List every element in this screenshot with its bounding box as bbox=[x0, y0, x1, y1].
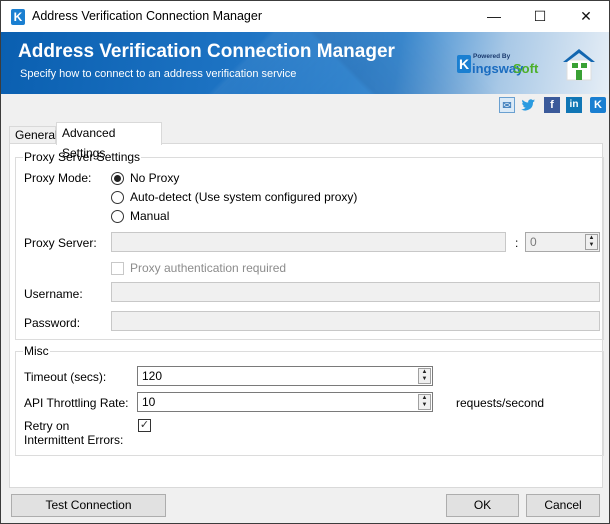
timeout-stepper[interactable]: ▲ ▼ bbox=[137, 366, 433, 386]
close-button[interactable]: ✕ bbox=[563, 1, 609, 32]
spin-up-icon[interactable]: ▲ bbox=[586, 235, 597, 242]
misc-group-title: Misc bbox=[23, 344, 50, 358]
throttle-label: API Throttling Rate: bbox=[24, 396, 129, 410]
proxy-auth-checkbox[interactable] bbox=[111, 262, 124, 275]
proxy-port-stepper[interactable]: ▲ ▼ bbox=[525, 232, 600, 252]
retry-label-line2: Intermittent Errors: bbox=[24, 433, 124, 447]
cancel-button[interactable]: Cancel bbox=[526, 494, 600, 517]
header-banner: Address Verification Connection Manager … bbox=[1, 32, 609, 94]
spin-down-icon[interactable]: ▼ bbox=[419, 376, 430, 383]
mail-icon[interactable]: ✉ bbox=[499, 97, 515, 113]
radio-manual[interactable] bbox=[111, 210, 124, 223]
proxy-server-label: Proxy Server: bbox=[24, 236, 97, 250]
spin-down-icon[interactable]: ▼ bbox=[419, 402, 430, 409]
spin-up-icon[interactable]: ▲ bbox=[419, 395, 430, 402]
retry-checkbox[interactable]: ✓ bbox=[138, 419, 151, 432]
proxy-mode-label: Proxy Mode: bbox=[24, 171, 92, 185]
test-connection-button[interactable]: Test Connection bbox=[11, 494, 166, 517]
radio-auto-detect[interactable] bbox=[111, 191, 124, 204]
throttle-text[interactable] bbox=[138, 393, 432, 411]
house-icon bbox=[563, 49, 595, 81]
kingswaysoft-logo: K Powered By ingsway Soft bbox=[457, 50, 567, 80]
connection-manager-window: K Address Verification Connection Manage… bbox=[0, 0, 610, 524]
tab-advanced-settings[interactable]: Advanced Settings bbox=[56, 122, 162, 160]
throttle-spin-buttons[interactable]: ▲ ▼ bbox=[418, 394, 431, 410]
misc-group: Misc Timeout (secs): ▲ ▼ API Throttling … bbox=[15, 344, 604, 456]
window-title: Address Verification Connection Manager bbox=[32, 9, 262, 23]
logo-k-icon: K bbox=[457, 55, 471, 73]
port-separator: : bbox=[515, 236, 519, 250]
ok-button[interactable]: OK bbox=[446, 494, 519, 517]
timeout-spin-buttons[interactable]: ▲ ▼ bbox=[418, 368, 431, 384]
username-label: Username: bbox=[24, 287, 83, 301]
proxy-server-input[interactable] bbox=[111, 232, 506, 252]
spin-up-icon[interactable]: ▲ bbox=[419, 369, 430, 376]
password-label: Password: bbox=[24, 316, 81, 330]
title-bar: K Address Verification Connection Manage… bbox=[1, 1, 609, 32]
logo-powered-by: Powered By bbox=[473, 53, 511, 60]
throttle-stepper[interactable]: ▲ ▼ bbox=[137, 392, 433, 412]
radio-no-proxy[interactable] bbox=[111, 172, 124, 185]
retry-label-line1: Retry on bbox=[24, 419, 70, 433]
radio-manual-label[interactable]: Manual bbox=[130, 209, 169, 223]
radio-no-proxy-label[interactable]: No Proxy bbox=[130, 171, 179, 185]
radio-auto-detect-label[interactable]: Auto-detect (Use system configured proxy… bbox=[130, 190, 357, 204]
banner-subtitle: Specify how to connect to an address ver… bbox=[20, 68, 297, 80]
username-text[interactable] bbox=[112, 283, 599, 301]
spin-down-icon[interactable]: ▼ bbox=[586, 242, 597, 249]
throttle-unit-label: requests/second bbox=[456, 396, 545, 410]
proxy-server-text[interactable] bbox=[112, 233, 505, 251]
twitter-icon[interactable] bbox=[520, 97, 536, 113]
timeout-label: Timeout (secs): bbox=[24, 370, 107, 384]
banner-title: Address Verification Connection Manager bbox=[18, 41, 395, 62]
facebook-icon[interactable]: f bbox=[544, 97, 560, 113]
username-input[interactable] bbox=[111, 282, 600, 302]
password-input[interactable] bbox=[111, 311, 600, 331]
logo-name-part2: Soft bbox=[513, 61, 539, 76]
linkedin-icon[interactable]: in bbox=[566, 97, 582, 113]
port-spin-buttons[interactable]: ▲ ▼ bbox=[585, 234, 598, 250]
advanced-settings-panel: Proxy Server Settings Proxy Mode: No Pro… bbox=[9, 143, 604, 488]
timeout-text[interactable] bbox=[138, 367, 432, 385]
proxy-server-settings-group: Proxy Server Settings Proxy Mode: No Pro… bbox=[15, 150, 604, 340]
password-text[interactable] bbox=[112, 312, 599, 330]
kingswaysoft-app-icon: K bbox=[11, 9, 25, 25]
proxy-auth-label: Proxy authentication required bbox=[130, 261, 287, 275]
minimize-button[interactable]: — bbox=[471, 1, 517, 32]
maximize-button[interactable]: ☐ bbox=[517, 1, 563, 32]
kingswaysoft-icon[interactable]: K bbox=[590, 97, 606, 113]
